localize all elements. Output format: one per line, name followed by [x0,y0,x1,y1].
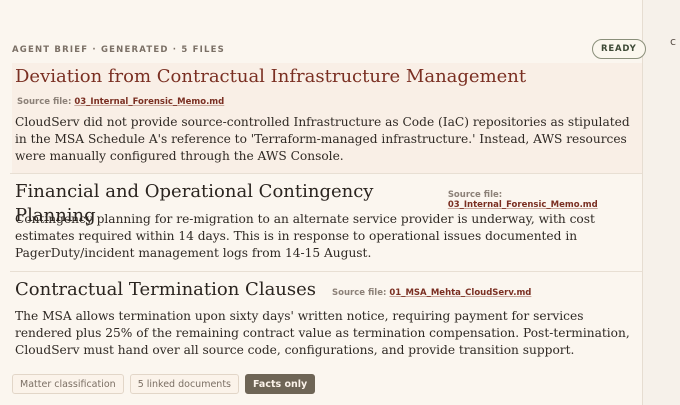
source-file-link[interactable]: 01_MSA_Mehta_CloudServ.md [389,288,531,298]
source-line: Source file: 03_Internal_Forensic_Memo.m… [448,190,642,210]
source-label: Source file: [447,190,503,200]
agent-brief-panel: AGENT BRIEF · GENERATED · 5 FILES READY … [0,0,646,405]
source-label: Source file: [332,288,387,298]
chip-linked-documents[interactable]: 5 linked documents [129,374,239,394]
brief-chip-row: Matter classification 5 linked documents… [12,374,316,394]
chip-facts-only[interactable]: Facts only [245,374,316,394]
brief-section-3: Contractual Termination Clauses Source f… [12,272,642,368]
section-title: Contractual Termination Clauses [15,279,317,300]
brief-section-2: Financial and Operational Contingency Pl… [12,174,642,270]
section-title: Deviation from Contractual Infrastructur… [15,66,527,87]
status-badge: READY [592,39,646,59]
source-file-link[interactable]: 03_Internal_Forensic_Memo.md [74,97,224,107]
source-label: Source file: [17,97,72,107]
brief-section-1: Deviation from Contractual Infrastructur… [12,63,642,173]
source-line: Source file: 03_Internal_Forensic_Memo.m… [17,97,224,107]
edge-partial-icon: c [670,35,677,48]
source-file-link[interactable]: 03_Internal_Forensic_Memo.md [448,200,598,210]
section-body: Contingency planning for re-migration to… [15,212,595,260]
section-body: The MSA allows termination upon sixty da… [15,309,630,357]
brief-header: AGENT BRIEF · GENERATED · 5 FILES [12,40,642,60]
source-line: Source file: 01_MSA_Mehta_CloudServ.md [332,288,531,298]
brief-eyebrow: AGENT BRIEF · GENERATED · 5 FILES [12,45,225,55]
section-body: CloudServ did not provide source-control… [15,115,630,163]
chip-matter-classification[interactable]: Matter classification [12,374,124,394]
